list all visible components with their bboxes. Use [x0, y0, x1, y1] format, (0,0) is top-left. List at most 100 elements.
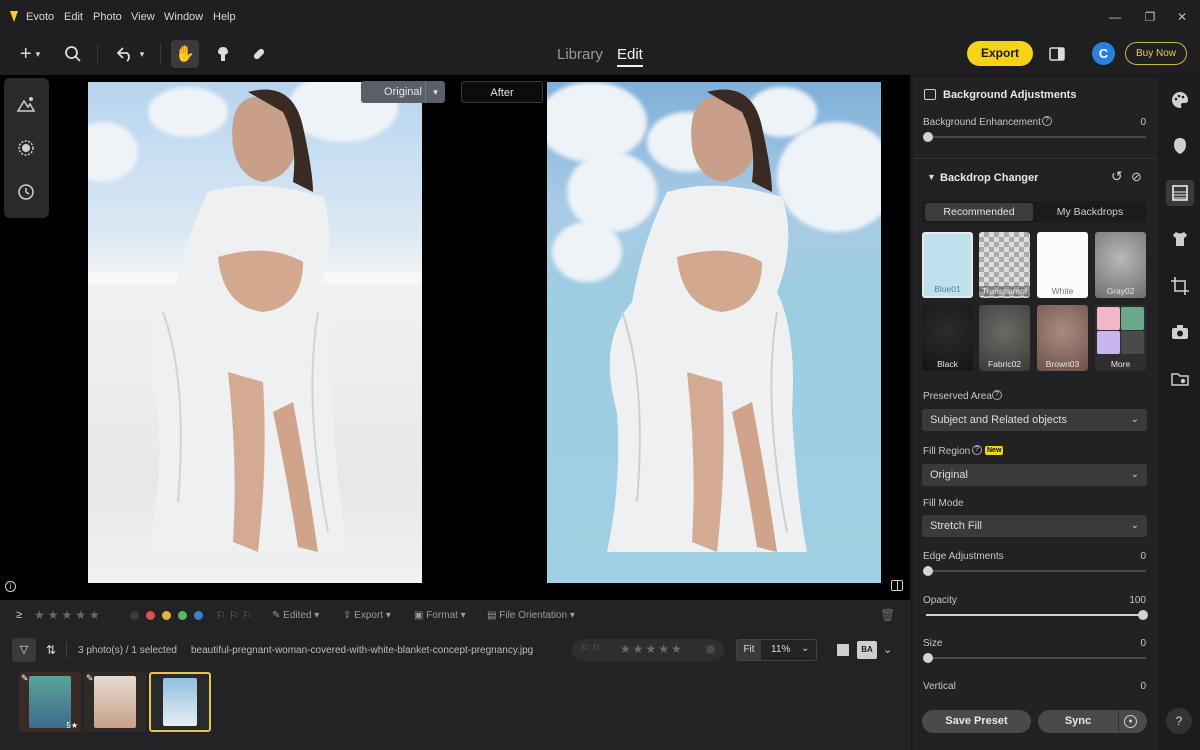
tab-recommended[interactable]: Recommended: [925, 203, 1033, 221]
export-button[interactable]: Export: [967, 41, 1033, 66]
help-icon[interactable]: ?: [1042, 116, 1052, 126]
color-label-dot[interactable]: [706, 645, 715, 654]
sort-icon[interactable]: ⇅: [46, 643, 56, 657]
flag-icons[interactable]: ⚐ ⚐ ⚐: [216, 609, 252, 622]
bg-enhancement-value: 0: [1140, 117, 1146, 128]
export-filter[interactable]: ⇪ Export ▾: [343, 610, 391, 621]
sync-button[interactable]: Sync: [1038, 710, 1118, 733]
chevron-down-icon: ⌄: [1130, 469, 1139, 480]
reset-icon[interactable]: ↺: [1111, 168, 1123, 185]
minimize-icon[interactable]: —: [1108, 10, 1122, 24]
fit-button[interactable]: Fit: [737, 640, 761, 660]
brush-tool-button[interactable]: [210, 40, 236, 68]
tab-edit[interactable]: Edit: [617, 46, 643, 67]
preserved-area-label: Preserved Area: [923, 391, 992, 402]
edited-filter[interactable]: ✎ Edited ▾: [272, 610, 319, 621]
help-circle-icon[interactable]: ?: [1166, 708, 1192, 734]
after-toggle[interactable]: After: [461, 81, 543, 103]
filter-compare-icon[interactable]: ≥: [16, 609, 22, 621]
label-none-dot[interactable]: [130, 611, 139, 620]
swatch-gray02[interactable]: Gray02: [1095, 232, 1146, 298]
collapse-caret-icon[interactable]: ▼: [927, 172, 936, 182]
label-yellow-dot[interactable]: [162, 611, 171, 620]
subject-figure-before: [148, 89, 348, 553]
size-slider[interactable]: [926, 657, 1146, 659]
camera-icon[interactable]: [1170, 322, 1190, 342]
single-view-icon[interactable]: [837, 644, 849, 656]
rating-stars-filter[interactable]: ★★★★★: [34, 608, 103, 622]
tab-library[interactable]: Library: [557, 46, 603, 63]
menu-window[interactable]: Window: [164, 11, 203, 23]
menu-view[interactable]: View: [131, 11, 155, 23]
app-name-menu[interactable]: Evoto: [26, 11, 54, 23]
format-filter[interactable]: ▣ Format ▾: [414, 610, 466, 621]
slider-knob[interactable]: [1138, 610, 1148, 620]
help-icon[interactable]: ?: [972, 445, 982, 455]
orientation-filter[interactable]: ▤ File Orientation ▾: [487, 610, 575, 621]
undo-button[interactable]: ▾: [108, 40, 152, 68]
opacity-slider[interactable]: [926, 614, 1146, 616]
buy-now-button[interactable]: Buy Now: [1125, 42, 1187, 65]
panel-toggle-button[interactable]: [1046, 40, 1068, 68]
eraser-off-icon[interactable]: ⊘: [1131, 169, 1142, 185]
avatar[interactable]: C: [1092, 42, 1115, 65]
thumbnail-2[interactable]: ✎: [84, 672, 146, 732]
menu-help[interactable]: Help: [213, 11, 236, 23]
bg-enhancement-slider[interactable]: [926, 136, 1146, 138]
chevron-down-icon[interactable]: ⌄: [883, 643, 892, 656]
swatch-blue01[interactable]: Blue01: [922, 232, 973, 298]
swatch-black[interactable]: Black: [922, 305, 973, 371]
healing-tool-button[interactable]: [246, 40, 272, 68]
add-button[interactable]: + ▾: [10, 40, 50, 68]
crop-icon[interactable]: [1170, 276, 1190, 296]
adjust-mountain-icon[interactable]: [16, 94, 36, 114]
blur-circle-icon[interactable]: [16, 138, 36, 158]
swatch-brown03[interactable]: Brown03: [1037, 305, 1088, 371]
filter-icon[interactable]: ▽: [12, 638, 36, 662]
fill-mode-dropdown[interactable]: Stretch Fill ⌄: [922, 515, 1147, 537]
folder-settings-icon[interactable]: [1170, 369, 1190, 389]
swatch-transparent[interactable]: Transparent: [979, 232, 1030, 298]
before-after-view-icon[interactable]: BA: [857, 641, 877, 659]
tab-my-backdrops[interactable]: My Backdrops: [1035, 203, 1145, 221]
help-icon[interactable]: ?: [992, 390, 1002, 400]
label-red-dot[interactable]: [146, 611, 155, 620]
swatch-fabric02[interactable]: Fabric02: [979, 305, 1030, 371]
trash-icon[interactable]: 🗑: [880, 608, 895, 622]
compare-split-icon[interactable]: [891, 580, 903, 591]
info-icon[interactable]: i: [5, 581, 16, 592]
history-icon[interactable]: [16, 182, 36, 202]
backdrop-title: Backdrop Changer: [940, 172, 1039, 184]
toolbar-divider: [160, 44, 161, 64]
close-icon[interactable]: ✕: [1175, 10, 1189, 24]
search-button[interactable]: [60, 40, 86, 68]
menu-edit[interactable]: Edit: [64, 11, 83, 23]
size-label: Size: [923, 638, 943, 649]
restore-icon[interactable]: ❐: [1143, 10, 1157, 24]
preserved-area-dropdown[interactable]: Subject and Related objects ⌄: [922, 409, 1147, 431]
fill-region-dropdown[interactable]: Original ⌄: [922, 464, 1147, 486]
label-green-dot[interactable]: [178, 611, 187, 620]
sync-settings-icon[interactable]: ●: [1124, 715, 1137, 728]
rating-stars[interactable]: ★★★★★: [620, 642, 684, 656]
menu-photo[interactable]: Photo: [93, 11, 122, 23]
original-toggle[interactable]: Original ▾: [361, 81, 445, 103]
thumbnail-1[interactable]: ✎ 5★: [19, 672, 81, 732]
face-icon[interactable]: [1170, 136, 1190, 156]
swatch-white[interactable]: White: [1037, 232, 1088, 298]
edge-slider[interactable]: [926, 570, 1146, 572]
slider-knob[interactable]: [923, 566, 933, 576]
hand-tool-button[interactable]: ✋: [171, 40, 199, 68]
backdrop-icon[interactable]: [1170, 183, 1190, 203]
save-preset-button[interactable]: Save Preset: [922, 710, 1031, 733]
slider-knob[interactable]: [923, 132, 933, 142]
edited-badge-icon: ✎: [86, 673, 94, 683]
zoom-value[interactable]: 11%: [771, 644, 790, 655]
flag-icons[interactable]: ⚐ ⚐: [580, 643, 601, 654]
thumbnail-3-selected[interactable]: [149, 672, 211, 732]
label-blue-dot[interactable]: [194, 611, 203, 620]
clothing-icon[interactable]: [1170, 229, 1190, 249]
palette-icon[interactable]: [1170, 90, 1190, 110]
slider-knob[interactable]: [923, 653, 933, 663]
swatch-more[interactable]: More: [1095, 305, 1146, 371]
